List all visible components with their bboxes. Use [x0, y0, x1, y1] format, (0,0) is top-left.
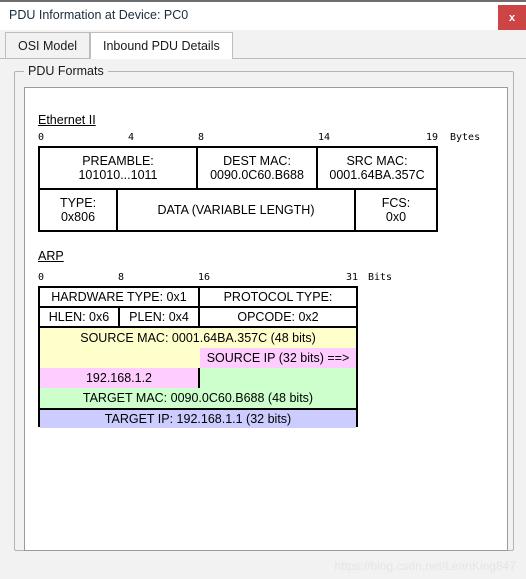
arp-ruler-tick-8: 8 [118, 272, 125, 283]
ethernet-type-label: TYPE: [59, 195, 97, 210]
pdu-formats-label: PDU Formats [24, 64, 108, 78]
arp-packet-table: HARDWARE TYPE: 0x1 PROTOCOL TYPE: HLEN: … [38, 286, 358, 428]
arp-field-hlen: HLEN: 0x6 [40, 308, 120, 326]
arp-spacer-yellow [40, 348, 200, 368]
tab-osi-model[interactable]: OSI Model [5, 32, 91, 58]
arp-ruler-tick-0: 0 [38, 272, 45, 283]
ethernet-fcs-label: FCS: [381, 195, 411, 210]
arp-field-source-ip-label: SOURCE IP (32 bits) ==> [200, 348, 356, 368]
ethernet-unit-label: Bytes [450, 132, 481, 143]
close-icon[interactable]: x [498, 5, 526, 30]
arp-field-source-mac: SOURCE MAC: 0001.64BA.357C (48 bits) [40, 328, 356, 348]
ethernet-ruler-tick-0: 0 [38, 132, 45, 143]
ethernet-data-label: DATA (VARIABLE LENGTH) [157, 202, 315, 217]
window-title: PDU Information at Device: PC0 [9, 8, 189, 22]
ethernet-field-dest-mac: DEST MAC: 0090.0C60.B688 [198, 148, 318, 188]
ethernet-byte-ruler: 0 4 8 14 19 Bytes [0, 132, 526, 146]
ethernet-ruler-tick-8: 8 [198, 132, 205, 143]
arp-field-hardware-type: HARDWARE TYPE: 0x1 [40, 288, 200, 306]
ethernet-field-src-mac: SRC MAC: 0001.64BA.357C [318, 148, 436, 188]
ethernet-src-mac-label: SRC MAC: [346, 153, 408, 168]
arp-field-plen: PLEN: 0x4 [120, 308, 200, 326]
window-titlebar: PDU Information at Device: PC0 x [0, 2, 526, 30]
ethernet-src-mac-value: 0001.64BA.357C [329, 168, 425, 182]
arp-row-type: HARDWARE TYPE: 0x1 PROTOCOL TYPE: [40, 288, 356, 308]
arp-row-source-mac: SOURCE MAC: 0001.64BA.357C (48 bits) [40, 328, 356, 348]
arp-row-len-opcode: HLEN: 0x6 PLEN: 0x4 OPCODE: 0x2 [40, 308, 356, 328]
ethernet-field-data: DATA (VARIABLE LENGTH) [118, 190, 356, 230]
arp-row-source-ip-label: SOURCE IP (32 bits) ==> [40, 348, 356, 368]
ethernet-section-title: Ethernet II [38, 113, 96, 127]
ethernet-preamble-label: PREAMBLE: [82, 153, 154, 168]
ethernet-dest-mac-label: DEST MAC: [223, 153, 291, 168]
ethernet-ruler-tick-14: 14 [318, 132, 331, 143]
arp-row-source-ip-value: 192.168.1.2 [40, 368, 356, 388]
ethernet-preamble-value: 101010...1011 [78, 168, 158, 182]
arp-row-target-mac: TARGET MAC: 0090.0C60.B688 (48 bits) [40, 388, 356, 408]
ethernet-type-value: 0x806 [60, 210, 96, 224]
arp-field-target-ip: TARGET IP: 192.168.1.1 (32 bits) [40, 410, 356, 428]
arp-ruler-tick-31: 31 [345, 272, 358, 283]
arp-row-target-ip: TARGET IP: 192.168.1.1 (32 bits) [40, 408, 356, 428]
watermark-text: https://blog.csdn.net/LeanKing847 [334, 559, 516, 573]
ethernet-field-fcs: FCS: 0x0 [356, 190, 436, 230]
arp-bit-ruler: 0 8 16 31 Bits [0, 272, 526, 286]
arp-field-protocol-type: PROTOCOL TYPE: [223, 289, 333, 304]
ethernet-field-preamble: PREAMBLE: 101010...1011 [40, 148, 198, 188]
ethernet-ruler-tick-19: 19 [425, 132, 438, 143]
ethernet-frame-row-2: TYPE: 0x806 DATA (VARIABLE LENGTH) FCS: … [40, 190, 436, 230]
arp-unit-label: Bits [368, 272, 393, 283]
ethernet-frame-row-1: PREAMBLE: 101010...1011 DEST MAC: 0090.0… [40, 148, 436, 190]
arp-field-target-mac: TARGET MAC: 0090.0C60.B688 (48 bits) [40, 388, 356, 408]
ethernet-dest-mac-value: 0090.0C60.B688 [210, 168, 304, 182]
arp-section-title: ARP [38, 249, 64, 263]
tab-bar: OSI Model Inbound PDU Details [0, 30, 526, 59]
tab-inbound-pdu-details[interactable]: Inbound PDU Details [90, 32, 233, 59]
ethernet-frame-table: PREAMBLE: 101010...1011 DEST MAC: 0090.0… [38, 146, 438, 232]
arp-field-source-ip-value: 192.168.1.2 [40, 368, 200, 388]
arp-field-opcode: OPCODE: 0x2 [237, 309, 319, 324]
arp-ruler-tick-16: 16 [198, 272, 211, 283]
ethernet-fcs-value: 0x0 [385, 210, 407, 224]
ethernet-ruler-tick-4: 4 [128, 132, 135, 143]
arp-spacer-green [200, 368, 356, 388]
pdu-information-window: PDU Information at Device: PC0 x OSI Mod… [0, 0, 526, 579]
ethernet-field-type: TYPE: 0x806 [40, 190, 118, 230]
